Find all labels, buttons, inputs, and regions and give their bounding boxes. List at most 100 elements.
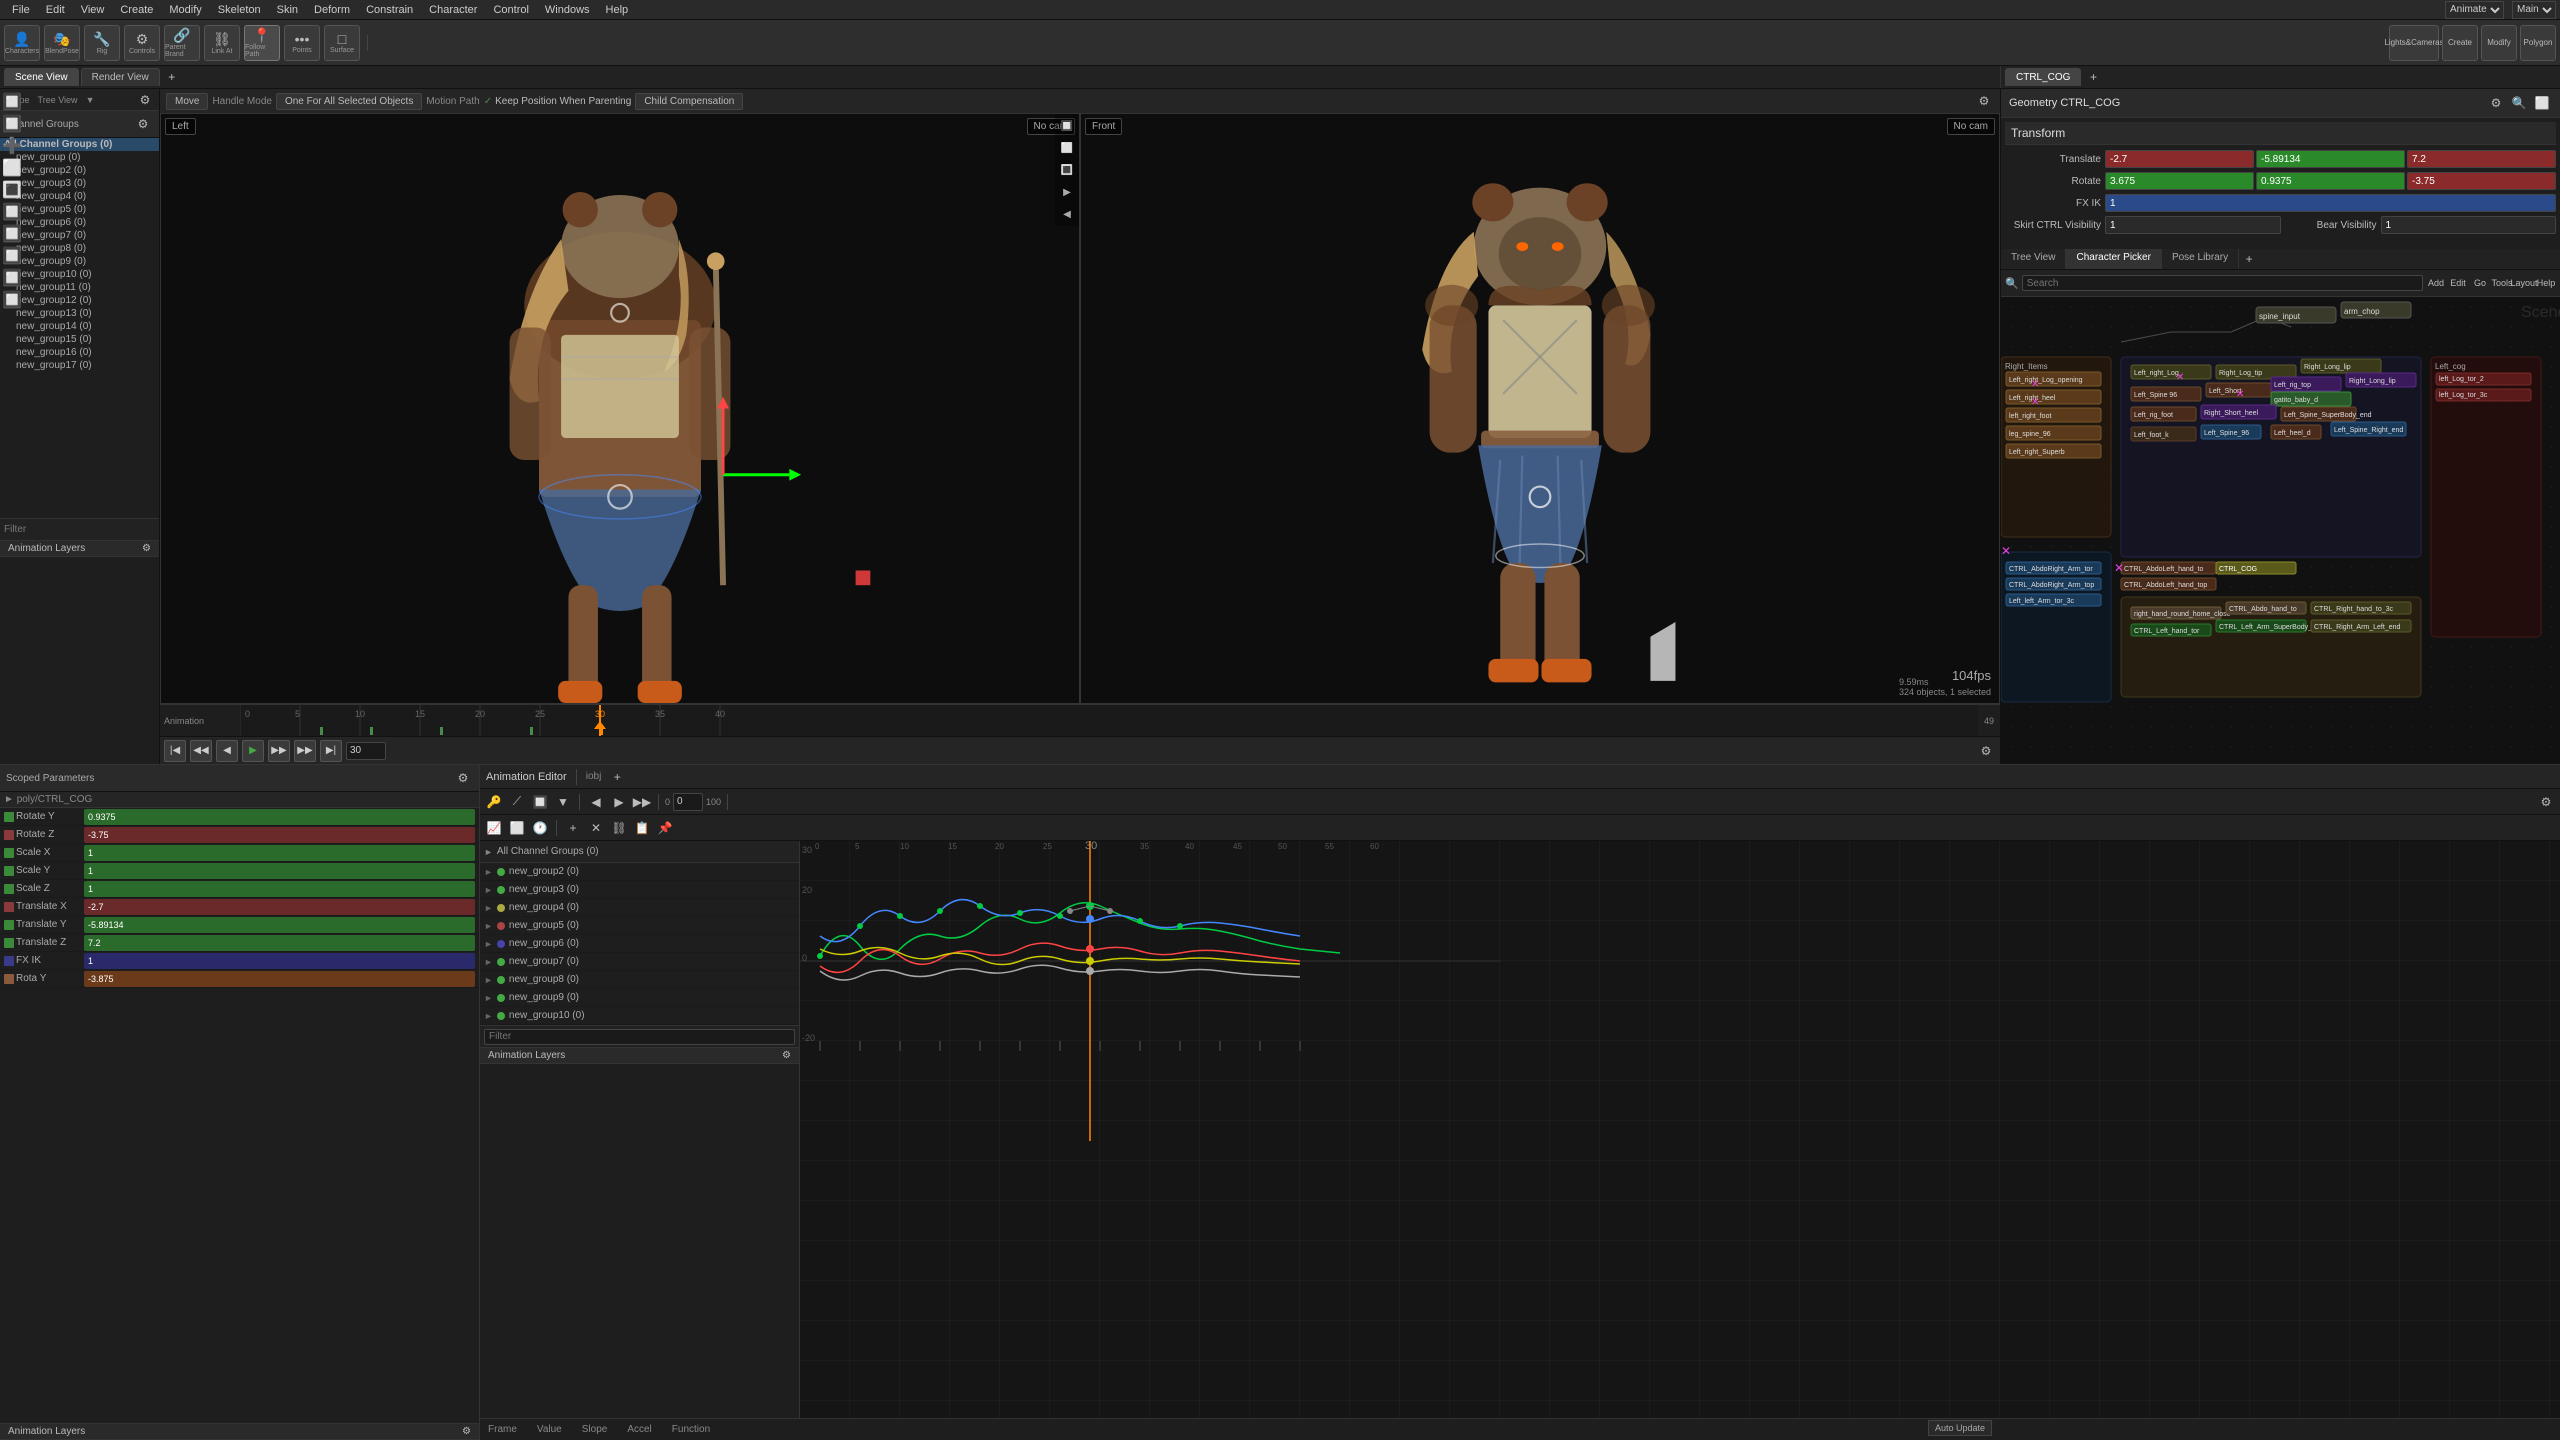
move-mode-btn[interactable]: Move <box>166 93 208 110</box>
anim-tree-group-10[interactable]: ► new_group10 (0) <box>480 1007 799 1025</box>
attr-search-icon[interactable]: 🔍 <box>2509 93 2529 113</box>
anim-layers-bottom-settings[interactable]: ⚙ <box>462 1426 471 1437</box>
anim-tree-group-7[interactable]: ► new_group7 (0) <box>480 953 799 971</box>
add-view-btn[interactable]: + <box>162 67 182 87</box>
anim-tree-group-5[interactable]: ► new_group5 (0) <box>480 917 799 935</box>
left-icon-10[interactable]: 🔲 <box>2 290 22 310</box>
vp-icon-5[interactable]: ◀ <box>1057 204 1077 224</box>
menu-file[interactable]: File <box>4 2 38 18</box>
help-char-btn[interactable]: Help <box>2536 273 2556 293</box>
anim-paste-btn[interactable]: 📌 <box>655 818 675 838</box>
link-at-btn[interactable]: ⛓ Link At <box>204 25 240 61</box>
workspace-select[interactable]: Main <box>2512 1 2556 19</box>
vp-icon-2[interactable]: ⬜ <box>1057 138 1077 158</box>
rotate-y[interactable]: 0.9375 <box>2256 172 2405 190</box>
menu-create[interactable]: Create <box>112 2 161 18</box>
add-tab-btn[interactable]: + <box>2239 249 2259 269</box>
anim-layers-tag-settings[interactable]: ⚙ <box>782 1050 791 1061</box>
right-viewport-nocam[interactable]: No cam <box>1947 118 1995 135</box>
create-btn[interactable]: Create <box>2442 25 2478 61</box>
anim-dope-btn[interactable]: ⬜ <box>507 818 527 838</box>
scoped-params-settings[interactable]: ⚙ <box>453 768 473 788</box>
anim-del-key-btn[interactable]: ✕ <box>586 818 606 838</box>
translate-y-param-val[interactable]: -5.89134 <box>84 917 475 933</box>
attr-settings-icon[interactable]: ⚙ <box>2486 93 2506 113</box>
anim-filter-input[interactable] <box>484 1029 795 1045</box>
blendpose-btn[interactable]: 🎭 BlendPose <box>44 25 80 61</box>
menu-deform[interactable]: Deform <box>306 2 358 18</box>
anim-settings-icon[interactable]: ⚙ <box>2536 792 2556 812</box>
skirt-value[interactable]: 1 <box>2105 216 2281 234</box>
anim-add-key-btn[interactable]: + <box>563 818 583 838</box>
left-icon-2[interactable]: 🔲 <box>2 114 22 134</box>
viewport-settings-icon[interactable]: ⚙ <box>1974 91 1994 111</box>
tab-tree-view[interactable]: Tree View <box>2001 249 2066 269</box>
timeline-area[interactable]: Animation 0 5 10 15 20 <box>160 704 2000 736</box>
left-icon-1[interactable]: 🔲 <box>2 92 22 112</box>
attr-expand-icon[interactable]: ⬜ <box>2532 93 2552 113</box>
rig-btn[interactable]: 🔧 Rig <box>84 25 120 61</box>
translate-z-param-val[interactable]: 7.2 <box>84 935 475 951</box>
controls-btn[interactable]: ⚙ Controls <box>124 25 160 61</box>
node-editor[interactable]: Scene spine_input arm_chop Right_Items <box>2001 297 2560 764</box>
vp-icon-1[interactable]: 🔲 <box>1057 116 1077 136</box>
rotate-z-param-val[interactable]: -3.75 <box>84 827 475 843</box>
tab-render-view[interactable]: Render View <box>81 68 160 86</box>
anim-break-btn[interactable]: ⛓ <box>609 818 629 838</box>
left-icon-7[interactable]: 🔲 <box>2 224 22 244</box>
fx-ik-param-val[interactable]: 1 <box>84 953 475 969</box>
anim-retim-btn[interactable]: 🕐 <box>530 818 550 838</box>
anim-tree-group-6[interactable]: ► new_group6 (0) <box>480 935 799 953</box>
menu-view[interactable]: View <box>73 2 113 18</box>
tools-btn[interactable]: Tools <box>2492 273 2512 293</box>
anim-tree-group-2[interactable]: ► new_group2 (0) <box>480 863 799 881</box>
skip-start-btn[interactable]: |◀ <box>164 740 186 762</box>
menu-character[interactable]: Character <box>421 2 485 18</box>
left-icon-3[interactable]: ➕ <box>2 136 22 156</box>
anim-prev-btn[interactable]: ◀ <box>586 792 606 812</box>
translate-x[interactable]: -2.7 <box>2105 150 2254 168</box>
frame-input[interactable]: 30 <box>346 742 386 760</box>
modify-btn2[interactable]: Modify <box>2481 25 2517 61</box>
tab-ctrl-cog[interactable]: CTRL_COG <box>2005 68 2081 86</box>
left-icon-5[interactable]: 🔳 <box>2 180 22 200</box>
translate-z[interactable]: 7.2 <box>2407 150 2556 168</box>
anim-tree-group-8[interactable]: ► new_group8 (0) <box>480 971 799 989</box>
tree-group-16[interactable]: new_group16 (0) <box>0 346 159 359</box>
polygon-btn[interactable]: Polygon <box>2520 25 2556 61</box>
bear-vis-value[interactable]: 1 <box>2381 216 2557 234</box>
anim-start-frame[interactable] <box>673 793 703 811</box>
tab-char-picker[interactable]: Character Picker <box>2066 249 2161 269</box>
tree-group-15[interactable]: new_group15 (0) <box>0 333 159 346</box>
right-viewport[interactable]: Front No cam <box>1080 113 2000 704</box>
anim-filter-btn[interactable]: ▼ <box>553 792 573 812</box>
anim-bake-btn[interactable]: 🔲 <box>530 792 550 812</box>
points-btn[interactable]: ••• Points <box>284 25 320 61</box>
child-compensation-btn[interactable]: Child Compensation <box>635 93 743 110</box>
follow-path-btn[interactable]: 📍 Follow Path <box>244 25 280 61</box>
left-viewport-camera[interactable]: Left <box>165 118 196 135</box>
anim-layers-settings-icon[interactable]: ⚙ <box>142 543 151 554</box>
scale-z-param-val[interactable]: 1 <box>84 881 475 897</box>
rotate-z[interactable]: -3.75 <box>2407 172 2556 190</box>
anim-copy-btn[interactable]: 📋 <box>632 818 652 838</box>
left-icon-4[interactable]: ⬜ <box>2 158 22 178</box>
add-attr-btn[interactable]: + <box>2083 67 2103 87</box>
anim-play-btn[interactable]: ▶ <box>609 792 629 812</box>
anim-graph-btn[interactable]: 📈 <box>484 818 504 838</box>
parent-brand-btn[interactable]: 🔗 Parent Brand <box>164 25 200 61</box>
edit-node-btn[interactable]: Edit <box>2448 273 2468 293</box>
rota-y-param-val[interactable]: -3.875 <box>84 971 475 987</box>
anim-expand-icon[interactable]: + <box>607 767 627 787</box>
next-key-btn[interactable]: ▶▶ <box>294 740 316 762</box>
fxik-value[interactable]: 1 <box>2105 194 2556 212</box>
skip-end-btn[interactable]: ▶| <box>320 740 342 762</box>
rotate-x[interactable]: 3.675 <box>2105 172 2254 190</box>
anim-tangent-btn[interactable]: ⟋ <box>507 792 527 812</box>
tab-pose-library[interactable]: Pose Library <box>2162 249 2239 269</box>
vp-icon-3[interactable]: 🔳 <box>1057 160 1077 180</box>
menu-skin[interactable]: Skin <box>269 2 306 18</box>
anim-tree-group-9[interactable]: ► new_group9 (0) <box>480 989 799 1007</box>
translate-x-param-val[interactable]: -2.7 <box>84 899 475 915</box>
playback-settings[interactable]: ⚙ <box>1976 741 1996 761</box>
